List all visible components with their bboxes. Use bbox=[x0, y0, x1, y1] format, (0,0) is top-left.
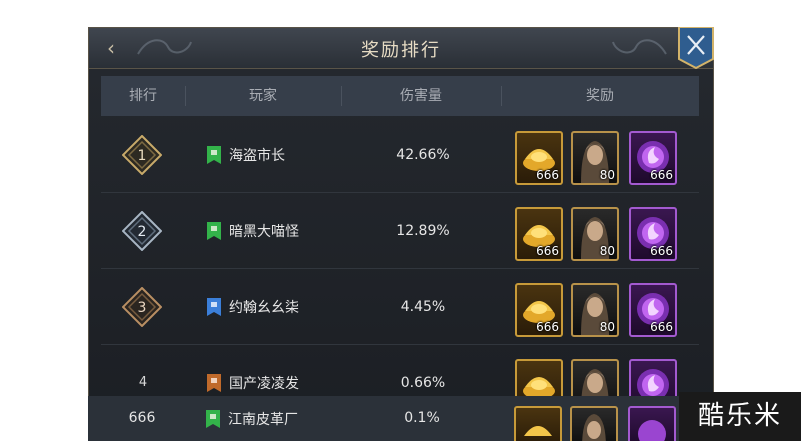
watermark-logo: 酷乐米 bbox=[679, 392, 801, 441]
rank-badge-icon: 1 bbox=[122, 135, 162, 175]
reward-qty: 666 bbox=[536, 168, 559, 182]
reward-hero-portrait[interactable]: 80 bbox=[571, 131, 619, 185]
reward-qty: 80 bbox=[599, 168, 615, 182]
rank-badge-icon: 2 bbox=[122, 211, 162, 251]
green-flag-icon bbox=[207, 146, 221, 164]
orange-flag-icon bbox=[207, 374, 221, 392]
player-name: 暗黑大喵怪 bbox=[229, 224, 299, 240]
reward-gold-ingot[interactable]: 666 bbox=[515, 131, 563, 185]
green-flag-icon bbox=[207, 222, 221, 240]
player-cell: 约翰幺幺柒 bbox=[207, 269, 299, 345]
header-player: 玩家 bbox=[249, 88, 277, 104]
reward-qty: 666 bbox=[650, 244, 673, 258]
damage-value: 12.89% bbox=[396, 223, 450, 239]
reward-qty: 666 bbox=[536, 320, 559, 334]
rank-number: 2 bbox=[138, 224, 147, 240]
self-rank-row[interactable]: 666 江南皮革厂 0.1% bbox=[88, 396, 714, 441]
window-title: 奖励排行 bbox=[361, 40, 441, 61]
reward-qty: 80 bbox=[599, 244, 615, 258]
header-rank: 排行 bbox=[129, 88, 157, 104]
close-button[interactable] bbox=[678, 27, 714, 69]
reward-qty: 80 bbox=[599, 320, 615, 334]
game-screen: ‹ 奖励排行 排行 玩家 伤害量 奖励 1 海盗市长 42.66% 666 80… bbox=[0, 0, 801, 441]
header-damage: 伤害量 bbox=[400, 88, 442, 104]
reward-qty: 666 bbox=[650, 320, 673, 334]
header-reward: 奖励 bbox=[586, 88, 614, 104]
reward-purple-orb[interactable]: 666 bbox=[629, 207, 677, 261]
table-row[interactable]: 3 约翰幺幺柒 4.45% 666 80 666 bbox=[101, 269, 699, 345]
reward-gold-ingot[interactable]: 666 bbox=[515, 207, 563, 261]
table-header: 排行 玩家 伤害量 奖励 bbox=[101, 76, 699, 116]
rank-number: 1 bbox=[138, 148, 147, 164]
gold-ingot-icon bbox=[524, 426, 552, 436]
table-row[interactable]: 2 暗黑大喵怪 12.89% 666 80 666 bbox=[101, 193, 699, 269]
purple-orb-icon bbox=[638, 420, 666, 441]
rank-number: 3 bbox=[138, 300, 147, 316]
green-flag-icon bbox=[206, 409, 220, 428]
hero-portrait-icon bbox=[582, 414, 606, 441]
reward-hero-portrait[interactable]: 80 bbox=[571, 283, 619, 337]
self-reward-gold-ingot[interactable] bbox=[514, 406, 562, 441]
rank-badge-icon: 3 bbox=[122, 287, 162, 327]
self-player-name: 江南皮革厂 bbox=[228, 411, 298, 428]
reward-gold-ingot[interactable]: 666 bbox=[515, 283, 563, 337]
player-cell: 暗黑大喵怪 bbox=[207, 193, 299, 269]
blue-flag-icon bbox=[207, 298, 221, 316]
title-bar: ‹ 奖励排行 bbox=[89, 27, 714, 69]
player-name: 国产凌凌发 bbox=[229, 376, 299, 392]
reward-qty: 666 bbox=[650, 168, 673, 182]
self-damage: 0.1% bbox=[404, 410, 440, 426]
player-cell: 海盗市长 bbox=[207, 117, 285, 193]
player-name: 海盗市长 bbox=[229, 148, 285, 164]
reward-ranking-panel: ‹ 奖励排行 排行 玩家 伤害量 奖励 1 海盗市长 42.66% 666 80… bbox=[88, 27, 714, 441]
reward-qty: 666 bbox=[536, 244, 559, 258]
self-rank: 666 bbox=[128, 410, 156, 426]
reward-purple-orb[interactable]: 666 bbox=[629, 283, 677, 337]
damage-value: 42.66% bbox=[396, 147, 450, 163]
table-row[interactable]: 1 海盗市长 42.66% 666 80 666 bbox=[101, 117, 699, 193]
self-player-cell: 江南皮革厂 bbox=[206, 396, 298, 441]
reward-hero-portrait[interactable]: 80 bbox=[571, 207, 619, 261]
reward-purple-orb[interactable]: 666 bbox=[629, 131, 677, 185]
self-reward-purple-orb[interactable] bbox=[628, 406, 676, 441]
damage-value: 4.45% bbox=[400, 299, 446, 315]
self-reward-hero-portrait[interactable] bbox=[570, 406, 618, 441]
player-name: 约翰幺幺柒 bbox=[229, 300, 299, 316]
